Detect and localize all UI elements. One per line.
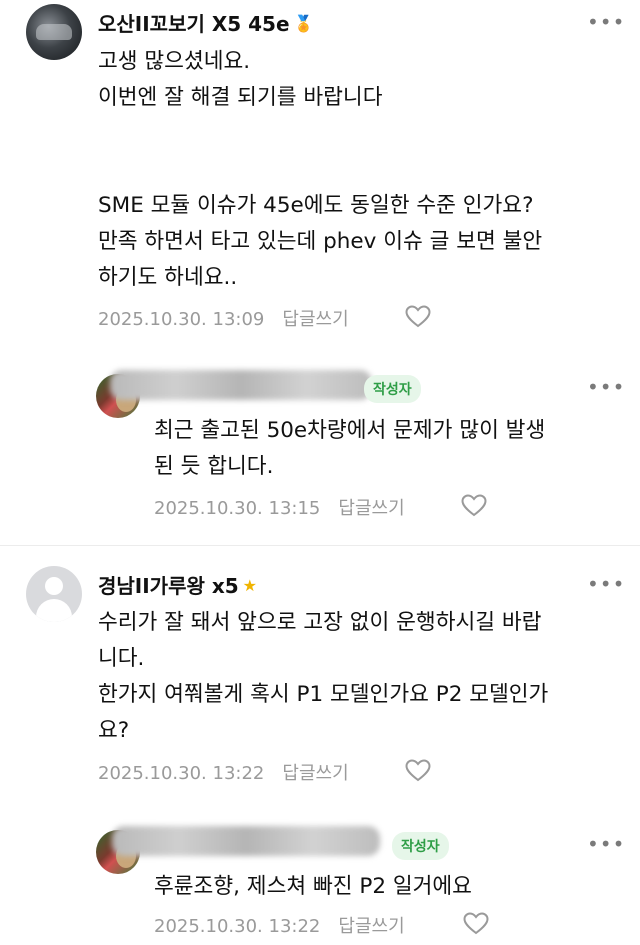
comment-line: 니다. <box>98 646 145 671</box>
nickname[interactable]: 경남II가루왕 x5 ★ <box>98 570 257 599</box>
heart-icon[interactable] <box>405 305 431 329</box>
nickname-text[interactable]: 경남II가루왕 x5 <box>98 574 239 598</box>
comment-meta: 2025.10.30. 13:15 답글쓰기 <box>154 494 405 520</box>
comment-line: 만족 하면서 타고 있는데 phev 이슈 글 보면 불안 <box>98 229 543 254</box>
comment-line: 된 듯 합니다. <box>154 454 274 479</box>
author-badge: 작성자 <box>364 375 421 403</box>
heart-icon[interactable] <box>461 494 487 518</box>
comment-line: 고생 많으셨네요. <box>98 49 251 74</box>
comment-line: 최근 출고된 50e차량에서 문제가 많이 발생 <box>154 418 546 443</box>
more-options-button[interactable]: ••• <box>587 10 625 34</box>
comment-date: 2025.10.30. 13:22 <box>98 763 265 784</box>
comment-date: 2025.10.30. 13:15 <box>154 498 321 519</box>
avatar[interactable] <box>26 566 82 622</box>
author-badge: 작성자 <box>392 832 449 860</box>
comment-meta: 2025.10.30. 13:09 답글쓰기 <box>98 305 349 331</box>
blurred-nickname <box>112 826 380 856</box>
reply-button[interactable]: 답글쓰기 <box>282 763 348 784</box>
more-options-button[interactable]: ••• <box>587 375 625 399</box>
nickname[interactable]: 오산II꼬보기 X5 45e 🏅 <box>98 8 313 37</box>
reply-button[interactable]: 답글쓰기 <box>338 916 404 937</box>
heart-icon[interactable] <box>463 912 489 936</box>
comment-date: 2025.10.30. 13:22 <box>154 916 321 937</box>
more-options-button[interactable]: ••• <box>587 832 625 856</box>
comment-meta: 2025.10.30. 13:22 답글쓰기 <box>98 759 349 785</box>
comment-meta: 2025.10.30. 13:22 답글쓰기 <box>154 912 405 938</box>
heart-icon[interactable] <box>405 759 431 783</box>
avatar-head <box>45 577 63 595</box>
comment-line: 한가지 여쭤볼게 혹시 P1 모델인가요 P2 모델인가 <box>98 682 549 707</box>
comment-date: 2025.10.30. 13:09 <box>98 309 265 330</box>
medal-icon: 🏅 <box>293 14 314 33</box>
comment-line: 후륜조향, 제스쳐 빠진 P2 일거에요 <box>154 874 472 899</box>
comment-line: 이번엔 잘 해결 되기를 바랍니다 <box>98 85 383 110</box>
star-icon: ★ <box>242 576 258 595</box>
comment-line: SME 모듈 이슈가 45e에도 동일한 수준 인가요? <box>98 193 534 218</box>
blurred-nickname <box>110 370 372 400</box>
reply-button[interactable]: 답글쓰기 <box>338 498 404 519</box>
avatar-body <box>36 599 72 622</box>
more-options-button[interactable]: ••• <box>587 572 625 596</box>
comment-line: 수리가 잘 돼서 앞으로 고장 없이 운행하시길 바랍 <box>98 610 542 635</box>
comment-line: 요? <box>98 718 130 743</box>
comment-divider <box>0 545 640 546</box>
nickname-text[interactable]: 오산II꼬보기 X5 45e <box>98 12 290 36</box>
reply-button[interactable]: 답글쓰기 <box>282 309 348 330</box>
avatar[interactable] <box>26 4 82 60</box>
comment-line: 하기도 하네요.. <box>98 265 238 290</box>
